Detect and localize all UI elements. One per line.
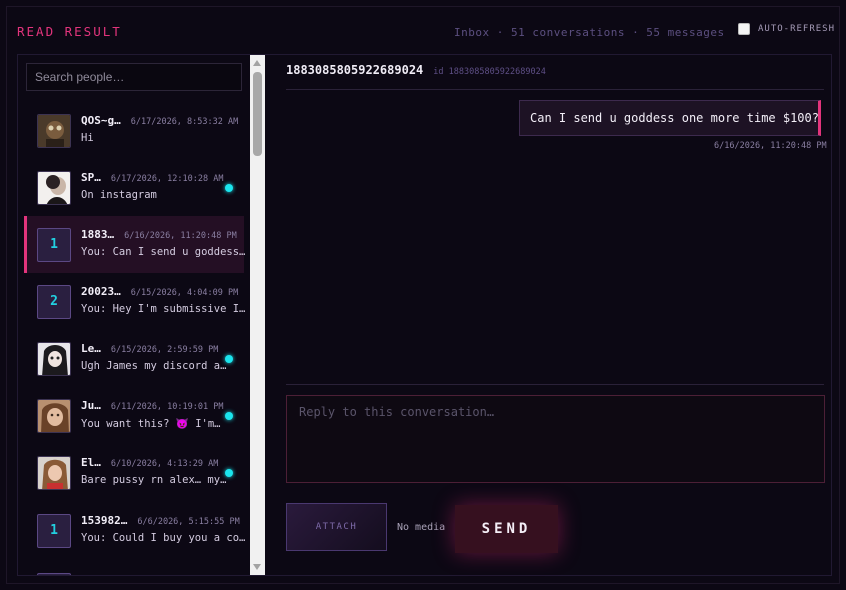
auto-refresh-toggle[interactable]: AUTO-REFRESH [738,23,835,35]
avatar [37,171,71,205]
conversation-time: 6/15/2026, 2:59:59 PM [110,345,219,355]
conversation-time: 6/10/2026, 4:13:29 AM [110,459,219,469]
unread-indicator [225,469,233,477]
conversation-preview: On instagram [81,189,157,201]
conversation-item[interactable] [24,559,244,575]
attach-button[interactable]: ATTACH [286,503,387,551]
conversation-preview: Bare pussy rn alex… my… [81,474,227,486]
conversation-name: 20023… [81,285,121,298]
sidebar-scrollbar[interactable] [250,55,265,575]
conversation-name: 153982… [81,514,128,527]
thread-subtitle: id 1883085805922689024 [433,67,546,77]
thread-header: 1883085805922689024 id 18830858059226890… [286,63,546,77]
avatar [37,114,71,148]
avatar: 2 [37,285,71,319]
conversation-name: 1883… [81,228,115,241]
conversation-time: 6/6/2026, 5:15:55 PM [137,517,240,527]
avatar [37,456,71,490]
conversation-preview: You: Can I send u goddess… [81,246,246,258]
conversation-item[interactable]: El… 6/10/2026, 4:13:29 AM Bare pussy rn … [24,444,244,501]
conversation-name: El… [81,456,101,469]
conversation-time: 6/15/2026, 4:04:09 PM [130,288,239,298]
conversation-item[interactable]: Ju… 6/11/2026, 10:19:01 PM You want this… [24,387,244,444]
conversation-name: Ju… [81,399,101,412]
unread-indicator [225,355,233,363]
unread-indicator [225,412,233,420]
avatar [37,342,71,376]
scroll-up-arrow-icon[interactable] [253,60,261,66]
conversation-preview: Hi [81,132,94,144]
conversation-name: QOS~g… [81,114,121,127]
conversation-item[interactable]: SP… 6/17/2026, 12:10:28 AM On instagram [24,159,244,216]
send-button[interactable]: SEND [455,505,558,553]
divider [286,89,824,90]
message-time: 6/16/2026, 11:20:48 PM [714,141,827,151]
conversation-time: 6/17/2026, 12:10:28 AM [110,174,224,184]
conversation-item-active[interactable]: 1 1883… 6/16/2026, 11:20:48 PM You: Can … [24,216,246,273]
conversation-item[interactable]: 2 20023… 6/15/2026, 4:04:09 PM You: Hey … [24,273,246,330]
reply-input[interactable] [286,395,825,483]
message-bubble-outgoing: Can I send u goddess one more time $100? [519,100,821,136]
avatar: 1 [37,514,71,548]
conversation-item[interactable]: Le… 6/15/2026, 2:59:59 PM Ugh James my d… [24,330,244,387]
conversation-name: SP… [81,171,101,184]
conversation-name: Le… [81,342,101,355]
conversation-preview: You want this? 😈 I'm… [81,418,221,430]
avatar: 1 [37,228,71,262]
conversation-time: 6/16/2026, 11:20:48 PM [124,231,237,241]
conversation-preview: Ugh James my discord a… [81,360,227,372]
page-title: READ RESULT [17,24,122,39]
auto-refresh-checkbox[interactable] [738,23,750,35]
media-status: No media [397,522,446,533]
auto-refresh-label: AUTO-REFRESH [758,24,836,34]
unread-indicator [225,184,233,192]
scroll-down-arrow-icon[interactable] [253,564,261,570]
conversation-item[interactable]: 1 153982… 6/6/2026, 5:15:55 PM You: Coul… [24,502,246,559]
thread-title: 1883085805922689024 [286,63,424,77]
search-input[interactable] [26,63,242,91]
conversation-time: 6/11/2026, 10:19:01 PM [110,402,224,412]
conversation-preview: You: Could I buy you a co… [81,532,246,544]
conversation-time: 6/17/2026, 8:53:32 AM [130,117,239,127]
scroll-thumb[interactable] [253,72,262,156]
inbox-stats: Inbox · 51 conversations · 55 messages [454,26,725,39]
avatar [37,399,71,433]
conversation-item[interactable]: QOS~g… 6/17/2026, 8:53:32 AM Hi [24,102,244,159]
divider [286,384,824,385]
avatar [37,573,71,575]
conversation-sidebar: QOS~g… 6/17/2026, 8:53:32 AM Hi SP… 6/17… [24,55,250,575]
conversation-preview: You: Hey I'm submissive I… [81,303,246,315]
